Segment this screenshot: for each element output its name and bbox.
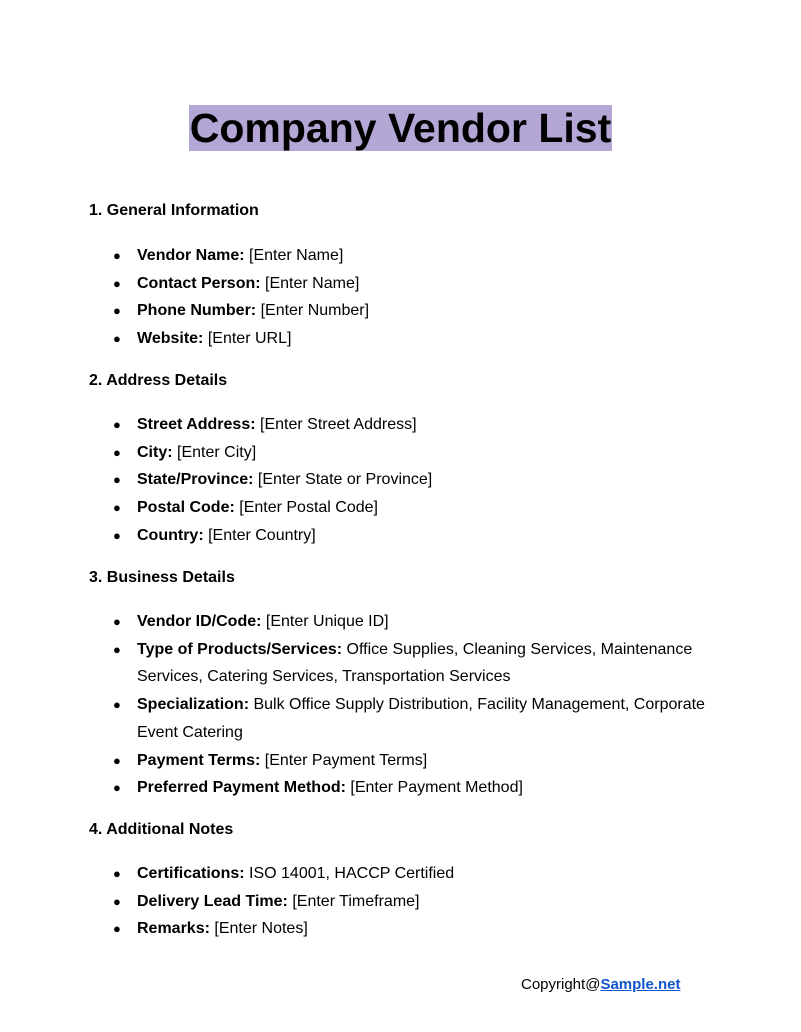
list-item: ● Type of Products/Services: Office Suppl… <box>89 636 719 691</box>
item-value: [Enter URL] <box>203 330 292 348</box>
item-label: State/Province: <box>137 471 254 489</box>
copyright-prefix: Copyright@ <box>521 976 601 993</box>
item-value: [Enter Country] <box>203 526 316 544</box>
list-item: ● Preferred Payment Method: [Enter Paymen… <box>89 774 719 802</box>
item-label: Vendor ID/Code: <box>137 613 262 630</box>
item-label: Phone Number: <box>137 302 257 320</box>
list-item: ● Vendor Name: [Enter Name] <box>89 242 719 270</box>
list-item: ● Street Address: [Enter Street Address] <box>89 411 719 439</box>
bullet-icon: ● <box>113 614 121 629</box>
item-value: [Enter Number] <box>256 302 370 320</box>
item-label: Postal Code: <box>137 499 235 517</box>
item-value: [Enter State or Province] <box>253 471 433 489</box>
bullet-icon: ● <box>113 417 121 432</box>
list-item: ● City: [Enter City] <box>89 439 719 467</box>
item-label: Vendor Name: <box>137 247 245 264</box>
bullet-icon: ● <box>113 472 121 488</box>
list-item: ● Certifications: ISO 14001, HACCP Certif… <box>89 860 719 888</box>
list-item: ● Website: [Enter URL] <box>89 325 719 353</box>
business-list: ● Vendor ID/Code: [Enter Unique ID] ● Type… <box>89 608 719 802</box>
list-item: ● Country: [Enter Country] <box>89 522 719 550</box>
item-value: [Enter Street Address] <box>255 416 417 433</box>
item-value: [Enter Timeframe] <box>287 892 420 910</box>
item-value: [Enter Name] <box>244 247 344 264</box>
list-item: ● Remarks: [Enter Notes] <box>89 915 719 943</box>
bullet-icon: ● <box>113 780 121 796</box>
item-value: [Enter Postal Code] <box>234 499 378 517</box>
item-label: Country: <box>137 526 204 544</box>
list-item: ● Vendor ID/Code: [Enter Unique ID] <box>89 608 719 636</box>
bullet-icon: ● <box>113 866 121 881</box>
bullet-icon: ● <box>113 500 121 516</box>
bullet-icon: ● <box>113 893 121 909</box>
list-item: ● Postal Code: [Enter Postal Code] <box>89 494 719 522</box>
section-heading-address: 2. Address Details <box>89 372 228 389</box>
item-label: Website: <box>137 330 204 348</box>
general-info-list: ● Vendor Name: [Enter Name] ● Contact Pers… <box>89 242 719 353</box>
bullet-icon: ● <box>113 527 121 543</box>
sample-net-link[interactable]: Sample.net <box>600 976 680 993</box>
section-heading-business: 3. Business Details <box>89 569 235 586</box>
bullet-icon: ● <box>113 752 121 768</box>
item-label: Street Address: <box>137 416 256 433</box>
bullet-icon: ● <box>113 331 121 347</box>
list-item: ● Contact Person: [Enter Name] <box>89 270 719 298</box>
item-value: [Enter Payment Terms] <box>260 751 428 769</box>
list-item: ● Payment Terms: [Enter Payment Terms] <box>89 747 719 775</box>
list-item: ● State/Province: [Enter State or Provinc… <box>89 466 719 494</box>
item-value: [Enter City] <box>172 443 257 461</box>
item-value: ISO 14001, HACCP Certified <box>244 865 455 882</box>
copyright-footer: Copyright@Sample.net <box>521 976 680 993</box>
bullet-icon: ● <box>113 641 121 657</box>
list-item: ● Phone Number: [Enter Number] <box>89 297 719 325</box>
bullet-icon: ● <box>113 921 121 937</box>
list-item: ● Delivery Lead Time: [Enter Timeframe] <box>89 888 719 916</box>
bullet-icon: ● <box>113 697 121 713</box>
notes-list: ● Certifications: ISO 14001, HACCP Certif… <box>89 860 719 943</box>
item-label: Specialization: <box>137 696 250 714</box>
section-heading-notes: 4. Additional Notes <box>89 821 234 838</box>
item-label: City: <box>137 443 173 461</box>
item-label: Contact Person: <box>137 274 261 292</box>
item-label: Delivery Lead Time: <box>137 892 288 910</box>
bullet-icon: ● <box>113 303 121 319</box>
item-label: Payment Terms: <box>137 751 261 769</box>
item-label: Certifications: <box>137 865 245 882</box>
item-label: Preferred Payment Method: <box>137 779 346 797</box>
list-item: ● Specialization: Bulk Office Supply Dist… <box>89 691 719 746</box>
page-title: Company Vendor List <box>188 105 613 151</box>
bullet-icon: ● <box>113 275 121 291</box>
item-label: Remarks: <box>137 920 210 938</box>
bullet-icon: ● <box>113 248 121 263</box>
item-value: [Enter Name] <box>260 274 360 292</box>
bullet-icon: ● <box>113 444 121 460</box>
item-value: [Enter Unique ID] <box>261 613 389 630</box>
title-wrapper: Company Vendor List <box>0 105 801 151</box>
item-value: [Enter Payment Method] <box>345 779 523 797</box>
section-heading-general: 1. General Information <box>89 202 259 219</box>
address-list: ● Street Address: [Enter Street Address] … <box>89 411 719 550</box>
item-value: [Enter Notes] <box>209 920 308 938</box>
item-label: Type of Products/Services: <box>137 640 343 658</box>
